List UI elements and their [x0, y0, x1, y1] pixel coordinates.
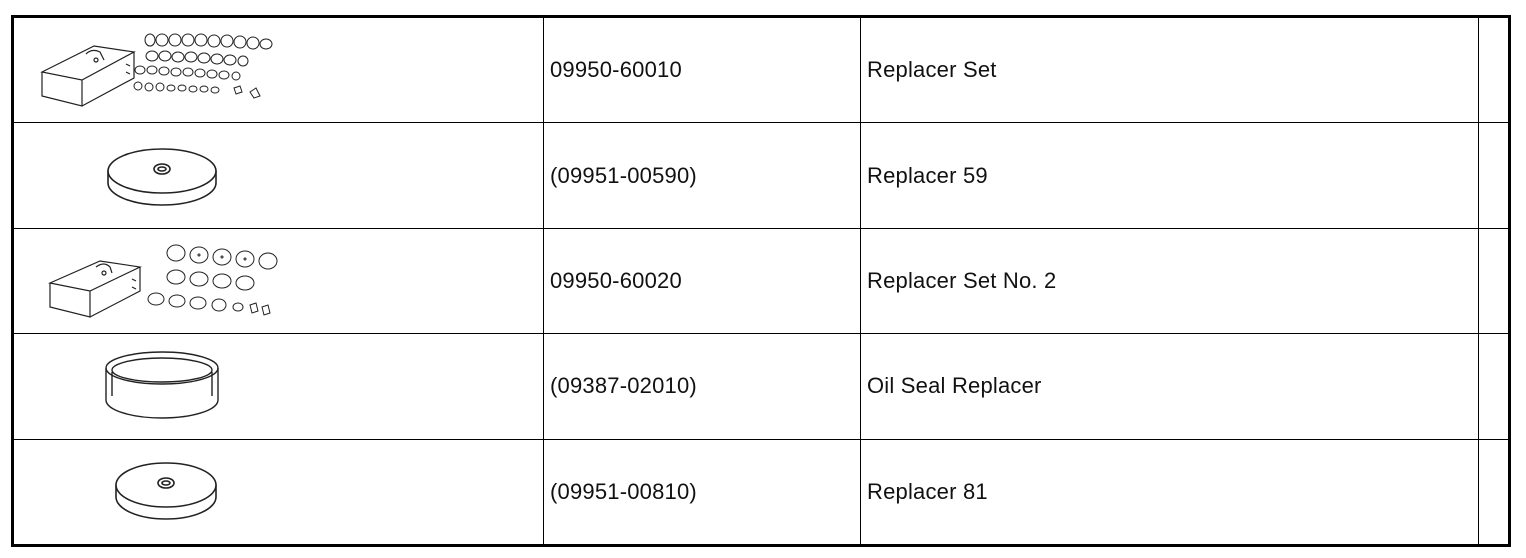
- table-row: 09950-60010 Replacer Set: [14, 18, 1508, 124]
- part-number: 09950-60020: [550, 268, 682, 294]
- replacer-set-no2-case-icon: [44, 241, 284, 321]
- tool-name: Replacer 59: [867, 162, 988, 188]
- note-cell: [1479, 334, 1508, 438]
- illustration-cell: [14, 18, 544, 123]
- tool-name-cell: Replacer 59: [861, 123, 1479, 228]
- table-row: (09951-00810) Replacer 81: [14, 439, 1508, 545]
- part-number: (09951-00590): [550, 162, 697, 188]
- note-cell: [1479, 18, 1508, 122]
- note-cell: [1479, 123, 1508, 227]
- tool-name: Replacer Set: [867, 57, 997, 83]
- tool-name: Replacer 81: [867, 478, 988, 504]
- tool-name-cell: Replacer Set No. 2: [861, 228, 1479, 334]
- illustration-cell: [14, 334, 544, 439]
- illustration-cell: [14, 439, 544, 545]
- table-row: (09387-02010) Oil Seal Replacer: [14, 334, 1508, 440]
- part-number-cell: (09387-02010): [544, 334, 861, 439]
- replacer-disc-icon: [112, 457, 222, 527]
- replacer-set-case-icon: [34, 30, 284, 110]
- tool-name-cell: Replacer 81: [861, 439, 1479, 545]
- part-number-cell: (09951-00810): [544, 439, 861, 545]
- replacer-disc-icon: [104, 141, 224, 211]
- oil-seal-ring-icon: [102, 348, 226, 424]
- part-number: (09951-00810): [550, 478, 697, 504]
- special-tool-table: 09950-60010 Replacer Set (09951-00590) R…: [11, 15, 1511, 547]
- tool-name-cell: Oil Seal Replacer: [861, 334, 1479, 439]
- note-cell: [1479, 229, 1508, 333]
- table-row: 09950-60020 Replacer Set No. 2: [14, 228, 1508, 335]
- part-number: 09950-60010: [550, 57, 682, 83]
- table-row: (09951-00590) Replacer 59: [14, 123, 1508, 229]
- tool-name: Replacer Set No. 2: [867, 268, 1057, 294]
- tool-name: Oil Seal Replacer: [867, 373, 1042, 399]
- part-number-cell: 09950-60020: [544, 228, 861, 334]
- illustration-cell: [14, 123, 544, 228]
- part-number: (09387-02010): [550, 373, 697, 399]
- illustration-cell: [14, 228, 544, 334]
- tool-name-cell: Replacer Set: [861, 18, 1479, 123]
- part-number-cell: (09951-00590): [544, 123, 861, 228]
- part-number-cell: 09950-60010: [544, 18, 861, 123]
- note-cell: [1479, 440, 1508, 544]
